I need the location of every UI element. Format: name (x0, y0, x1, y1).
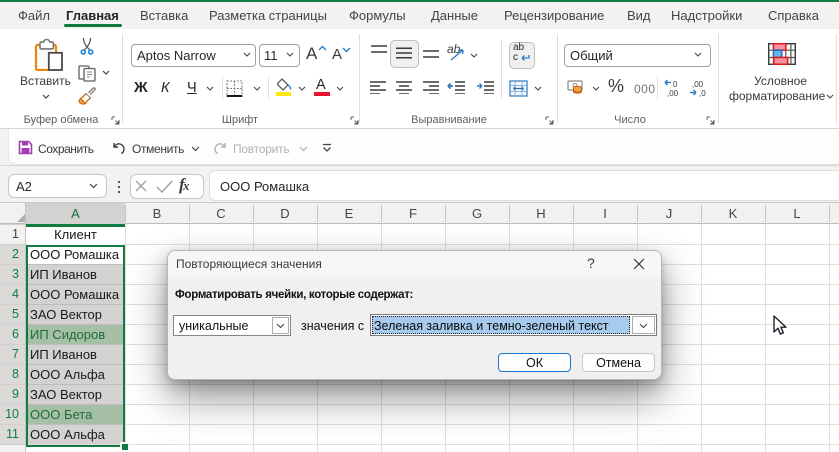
svg-text:,0: ,0 (699, 89, 706, 97)
svg-text:,00: ,00 (667, 89, 679, 97)
svg-text:0: 0 (673, 80, 678, 89)
svg-text:,00: ,00 (692, 80, 704, 89)
